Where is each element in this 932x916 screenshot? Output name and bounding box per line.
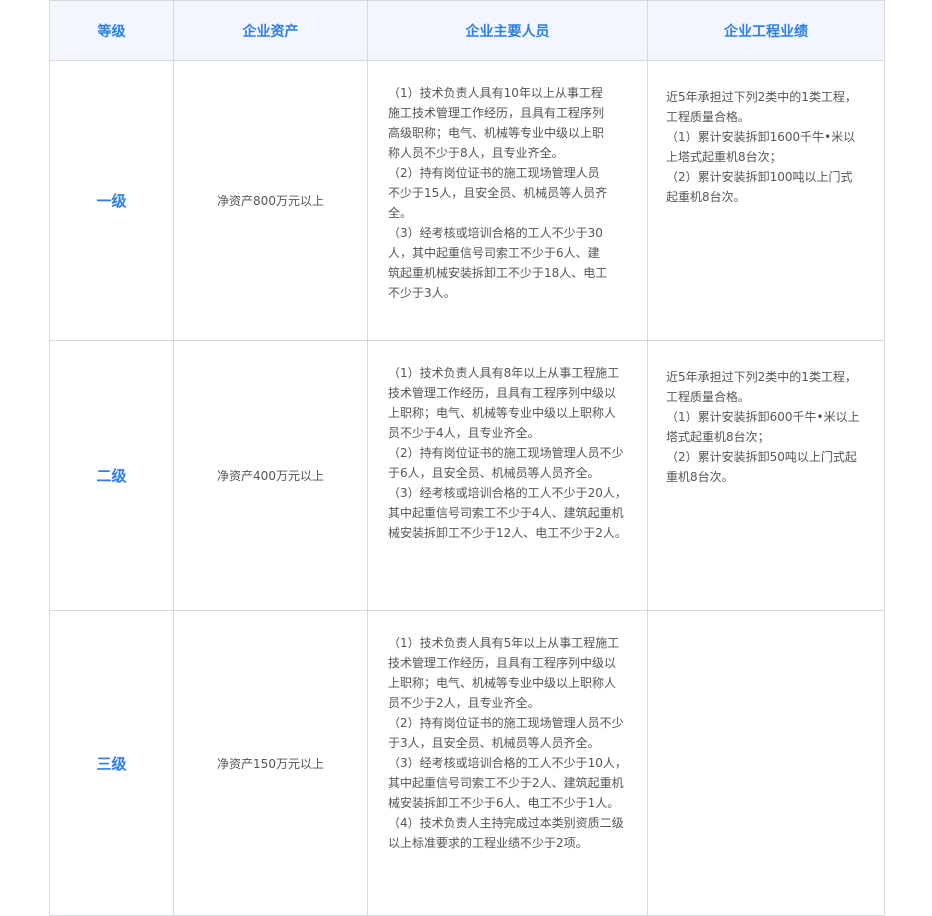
personnel-line: （2）持有岗位证书的施工现场管理人员不少: [388, 716, 624, 730]
performance-line: 塔式起重机8台次；: [666, 430, 770, 444]
performance-line: 工程质量合格。: [666, 390, 751, 404]
personnel-line: （4）技术负责人主持完成过本类别资质二级: [388, 816, 624, 830]
asset-cell: 净资产150万元以上: [173, 610, 368, 916]
personnel-line: 于3人，且安全员、机械员等人员齐全。: [388, 736, 600, 750]
personnel-line: 不少于15人，且安全员、机械员等人员齐: [388, 186, 608, 200]
performance-line: （2）累计安装拆卸100吨以上门式: [666, 170, 853, 184]
header-grade: 等级: [49, 0, 174, 61]
qualification-table: 等级 企业资产 企业主要人员 企业工程业绩 一级 净资产800万元以上 （1）技…: [49, 0, 885, 916]
personnel-line: 其中起重信号司索工不少于2人、建筑起重机: [388, 776, 624, 790]
grade-cell: 一级: [49, 60, 174, 341]
personnel-line: （2）持有岗位证书的施工现场管理人员不少: [388, 446, 624, 460]
performance-line: （1）累计安装拆卸600千牛•米以上: [666, 410, 860, 424]
performance-cell: 近5年承担过下列2类中的1类工程， 工程质量合格。 （1）累计安装拆卸1600千…: [647, 60, 885, 341]
performance-line: 工程质量合格。: [666, 110, 751, 124]
performance-cell: [647, 610, 885, 916]
personnel-cell: （1）技术负责人具有8年以上从事工程施工 技术管理工作经历，且具有工程序列中级以…: [367, 340, 648, 611]
personnel-line: 以上标准要求的工程业绩不少于2项。: [388, 836, 588, 850]
personnel-line: （1）技术负责人具有8年以上从事工程施工: [388, 366, 620, 380]
grade-cell: 三级: [49, 610, 174, 916]
performance-line: （2）累计安装拆卸50吨以上门式起: [666, 450, 857, 464]
personnel-line: 械安装拆卸工不少于12人、电工不少于2人。: [388, 526, 627, 540]
table-body: 一级 净资产800万元以上 （1）技术负责人具有10年以上从事工程 施工技术管理…: [49, 60, 885, 916]
performance-line: （1）累计安装拆卸1600千牛•米以: [666, 130, 856, 144]
personnel-line: （2）持有岗位证书的施工现场管理人员: [388, 166, 600, 180]
personnel-line: 技术管理工作经历，且具有工程序列中级以: [388, 386, 617, 400]
personnel-line: （3）经考核或培训合格的工人不少于10人，: [388, 756, 627, 770]
performance-line: 上塔式起重机8台次；: [666, 150, 782, 164]
header-personnel: 企业主要人员: [367, 0, 648, 61]
table-row-grade-2: 二级 净资产400万元以上 （1）技术负责人具有8年以上从事工程施工 技术管理工…: [49, 340, 885, 611]
personnel-line: 员不少于4人，且专业齐全。: [388, 426, 540, 440]
performance-line: 重机8台次。: [666, 470, 734, 484]
personnel-line: 于6人，且安全员、机械员等人员齐全。: [388, 466, 600, 480]
table-header: 等级 企业资产 企业主要人员 企业工程业绩: [49, 0, 885, 61]
personnel-line: 上职称；电气、机械等专业中级以上职称人: [388, 406, 617, 420]
personnel-line: 上职称；电气、机械等专业中级以上职称人: [388, 676, 617, 690]
personnel-line: 施工技术管理工作经历，且具有工程序列: [388, 106, 605, 120]
header-row: 等级 企业资产 企业主要人员 企业工程业绩: [49, 0, 885, 61]
page: 等级 企业资产 企业主要人员 企业工程业绩 一级 净资产800万元以上 （1）技…: [0, 0, 932, 916]
asset-cell: 净资产400万元以上: [173, 340, 368, 611]
personnel-line: 人，其中起重信号司索工不少于6人、建: [388, 246, 600, 260]
personnel-line: （3）经考核或培训合格的工人不少于30: [388, 226, 603, 240]
personnel-line: 技术管理工作经历，且具有工程序列中级以: [388, 656, 617, 670]
table-row-grade-3: 三级 净资产150万元以上 （1）技术负责人具有5年以上从事工程施工 技术管理工…: [49, 610, 885, 916]
personnel-line: 称人员不少于8人，且专业齐全。: [388, 146, 564, 160]
performance-line: 近5年承担过下列2类中的1类工程，: [666, 90, 857, 104]
personnel-line: 不少于3人。: [388, 286, 456, 300]
performance-cell: 近5年承担过下列2类中的1类工程， 工程质量合格。 （1）累计安装拆卸600千牛…: [647, 340, 885, 611]
performance-line: 起重机8台次。: [666, 190, 746, 204]
asset-cell: 净资产800万元以上: [173, 60, 368, 341]
personnel-line: （3）经考核或培训合格的工人不少于20人，: [388, 486, 627, 500]
personnel-line: 高级职称；电气、机械等专业中级以上职: [388, 126, 605, 140]
personnel-line: 全。: [388, 206, 413, 220]
personnel-cell: （1）技术负责人具有5年以上从事工程施工 技术管理工作经历，且具有工程序列中级以…: [367, 610, 648, 916]
personnel-line: （1）技术负责人具有5年以上从事工程施工: [388, 636, 620, 650]
personnel-cell: （1）技术负责人具有10年以上从事工程 施工技术管理工作经历，且具有工程序列 高…: [367, 60, 648, 341]
grade-cell: 二级: [49, 340, 174, 611]
header-performance: 企业工程业绩: [647, 0, 885, 61]
personnel-line: 员不少于2人，且专业齐全。: [388, 696, 540, 710]
personnel-line: 械安装拆卸工不少于6人、电工不少于1人。: [388, 796, 620, 810]
performance-line: 近5年承担过下列2类中的1类工程，: [666, 370, 857, 384]
table-row-grade-1: 一级 净资产800万元以上 （1）技术负责人具有10年以上从事工程 施工技术管理…: [49, 60, 885, 341]
personnel-line: （1）技术负责人具有10年以上从事工程: [388, 86, 603, 100]
header-asset: 企业资产: [173, 0, 368, 61]
personnel-line: 其中起重信号司索工不少于4人、建筑起重机: [388, 506, 624, 520]
personnel-line: 筑起重机械安装拆卸工不少于18人、电工: [388, 266, 608, 280]
